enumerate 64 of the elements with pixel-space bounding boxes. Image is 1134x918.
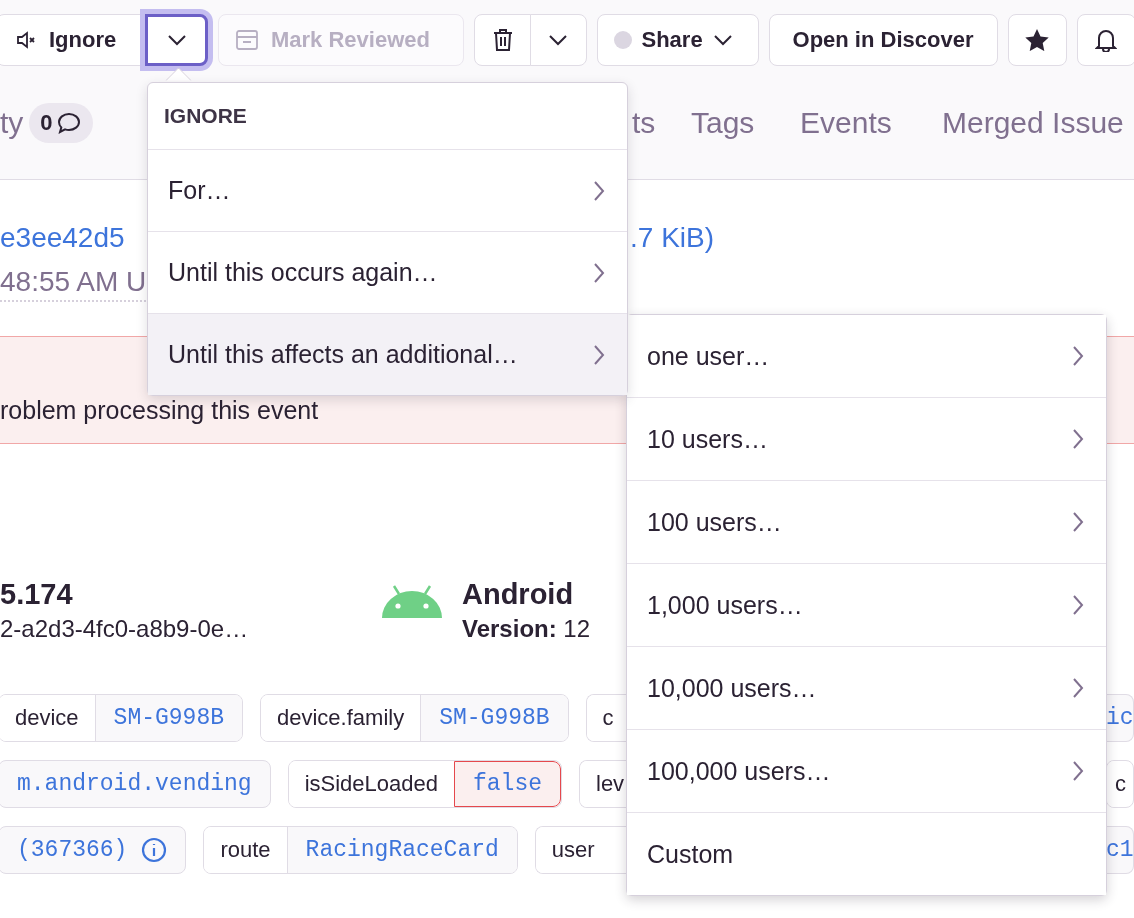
- context-title: Android: [462, 577, 575, 612]
- tag-pill[interactable]: m.android.vending: [0, 760, 271, 808]
- tag-value: SM-G998B: [420, 695, 568, 741]
- star-icon: [1025, 29, 1049, 51]
- menu-item[interactable]: Until this affects an additional…: [148, 314, 627, 395]
- tab[interactable]: ty: [0, 105, 24, 140]
- info-icon: [141, 837, 168, 863]
- menu-item[interactable]: 1,000 users…: [627, 564, 1106, 647]
- caret-icon: [548, 34, 568, 46]
- tag-key: c: [1107, 761, 1126, 807]
- tab[interactable]: Tags: [691, 105, 755, 140]
- event-size-link[interactable]: .7 KiB): [630, 222, 715, 254]
- chevron-right-icon: [1072, 760, 1084, 782]
- tag-pill[interactable]: route RacingRaceCard: [203, 826, 518, 874]
- chevron-right-icon: [593, 179, 605, 202]
- caret-icon: [712, 34, 733, 46]
- comment-count-badge: 0: [29, 102, 93, 143]
- context-title: 5.174: [0, 577, 74, 612]
- tag-pill[interactable]: c: [585, 694, 626, 742]
- chevron-right-icon: [593, 343, 605, 366]
- trash-icon: [491, 28, 514, 52]
- chevron-right-icon: [1072, 677, 1084, 699]
- chevron-right-icon: [1072, 511, 1084, 533]
- tag-value: SM-G998B: [94, 695, 242, 741]
- menu-item[interactable]: Custom: [627, 813, 1106, 895]
- menu-item[interactable]: For…: [148, 150, 627, 232]
- caret-icon: [166, 34, 187, 46]
- menu-item[interactable]: one user…: [627, 315, 1106, 398]
- tab[interactable]: Events: [800, 105, 892, 140]
- menu-item[interactable]: 100,000 users…: [627, 730, 1106, 813]
- delete-button[interactable]: [474, 14, 531, 66]
- tag-pill[interactable]: device SM-G998B: [0, 694, 243, 742]
- comment-icon: [56, 111, 81, 134]
- bookmark-button[interactable]: [1007, 14, 1067, 66]
- archive-icon: [235, 29, 259, 51]
- tag-pill[interactable]: isSideLoaded false: [287, 760, 562, 808]
- mute-icon: [15, 29, 37, 51]
- tab[interactable]: Merged Issue: [942, 105, 1124, 140]
- share-button[interactable]: Share: [596, 14, 759, 66]
- tag-value: ic: [1106, 694, 1134, 742]
- menu-item[interactable]: 10,000 users…: [627, 647, 1106, 730]
- tag-value: false: [454, 761, 561, 807]
- chevron-right-icon: [1072, 428, 1084, 450]
- chevron-right-icon: [1072, 594, 1084, 616]
- tag-value: RacingRaceCard: [286, 827, 517, 873]
- chevron-right-icon: [1072, 345, 1084, 367]
- context-subtitle: 2-a2d3-4fc0-a8b9-0e…: [0, 614, 249, 644]
- menu-item[interactable]: 10 users…: [627, 398, 1106, 481]
- subscribe-button[interactable]: [1076, 14, 1134, 66]
- tab[interactable]: ts: [632, 105, 656, 140]
- discover-button[interactable]: Open in Discover: [768, 14, 998, 66]
- bell-icon: [1095, 28, 1117, 52]
- alert-message: roblem processing this event: [0, 395, 319, 425]
- chevron-right-icon: [593, 261, 605, 284]
- dot-icon: [613, 31, 632, 49]
- tag-pill[interactable]: (367366): [0, 826, 187, 874]
- menu-item[interactable]: 100 users…: [627, 481, 1106, 564]
- context-subtitle: Version: 12: [462, 614, 591, 644]
- tag-pill[interactable]: device.family SM-G998B: [260, 694, 569, 742]
- tag-pill[interactable]: user: [534, 826, 626, 874]
- menu-item[interactable]: Until this occurs again…: [148, 232, 627, 314]
- tag-pill[interactable]: lev: [579, 760, 626, 808]
- android-icon: [382, 584, 442, 618]
- tag-value: c1: [1106, 826, 1134, 874]
